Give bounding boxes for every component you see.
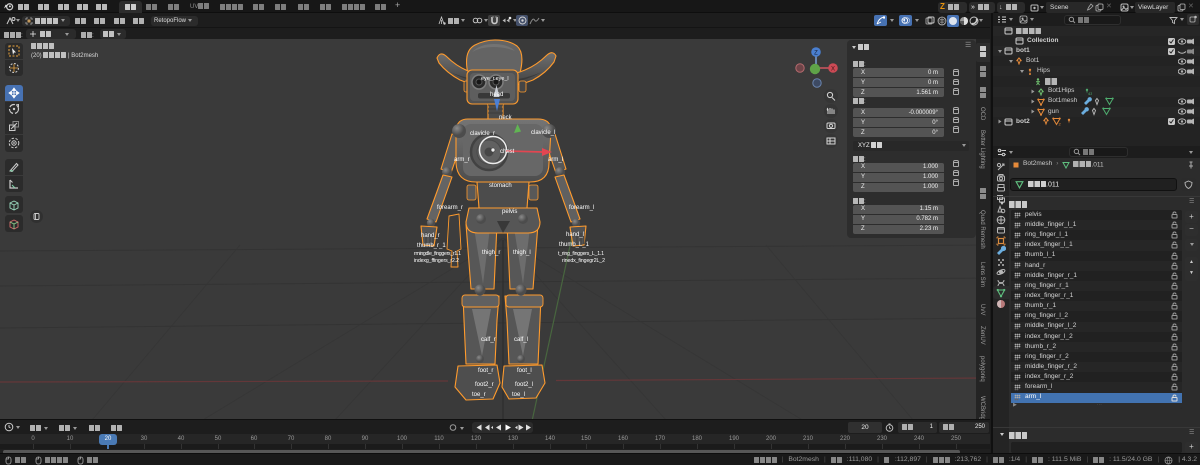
svg-text:forearm_r: forearm_r <box>437 205 463 211</box>
svg-text:toe_l: toe_l <box>512 392 525 398</box>
svg-text:rinedx_fingegr2L_2: rinedx_fingegr2L_2 <box>562 258 605 264</box>
svg-text:foot_r: foot_r <box>478 368 493 374</box>
svg-text:foot_l: foot_l <box>517 368 532 374</box>
svg-text:arm_r: arm_r <box>454 157 470 163</box>
svg-text:calf_l: calf_l <box>514 337 528 343</box>
svg-text:pelvis: pelvis <box>502 209 517 215</box>
svg-text:X: X <box>831 67 835 73</box>
svg-text:stomach: stomach <box>489 183 512 189</box>
svg-text:thigh_l: thigh_l <box>513 250 531 256</box>
svg-text:thigh_r: thigh_r <box>482 250 500 256</box>
svg-text:foot2_r: foot2_r <box>475 382 494 388</box>
svg-text:calf_r: calf_r <box>481 337 496 343</box>
svg-text:forearm_l: forearm_l <box>569 205 594 211</box>
svg-text:eye_r.eye_l: eye_r.eye_l <box>481 76 509 82</box>
svg-text:Z: Z <box>814 51 818 57</box>
svg-text:43: 43 <box>1088 91 1092 96</box>
svg-text:hand_r: hand_r <box>421 233 440 239</box>
svg-text:indexg_ffingers_r2.2: indexg_ffingers_r2.2 <box>414 258 459 264</box>
svg-text:t_ring_finggers_L_1.1: t_ring_finggers_L_1.1 <box>558 251 604 257</box>
svg-text:thumb_L_1: thumb_L_1 <box>559 242 590 248</box>
svg-text:rmingdle_finggers_r1.1: rmingdle_finggers_r1.1 <box>414 251 461 257</box>
svg-text:2: 2 <box>1058 122 1061 127</box>
svg-text:hand_l: hand_l <box>566 232 584 238</box>
svg-text:neck: neck <box>499 115 513 121</box>
svg-text:toe_r: toe_r <box>472 392 486 398</box>
svg-text:clavicle_l: clavicle_l <box>531 130 555 136</box>
svg-text:arm_l: arm_l <box>548 157 563 163</box>
svg-text:clavicle_r: clavicle_r <box>470 131 495 137</box>
svg-text:thumb_r_1: thumb_r_1 <box>417 243 446 249</box>
svg-text:head: head <box>490 92 503 98</box>
svg-text:foot2_l: foot2_l <box>515 382 533 388</box>
svg-text:chest: chest <box>500 149 515 155</box>
